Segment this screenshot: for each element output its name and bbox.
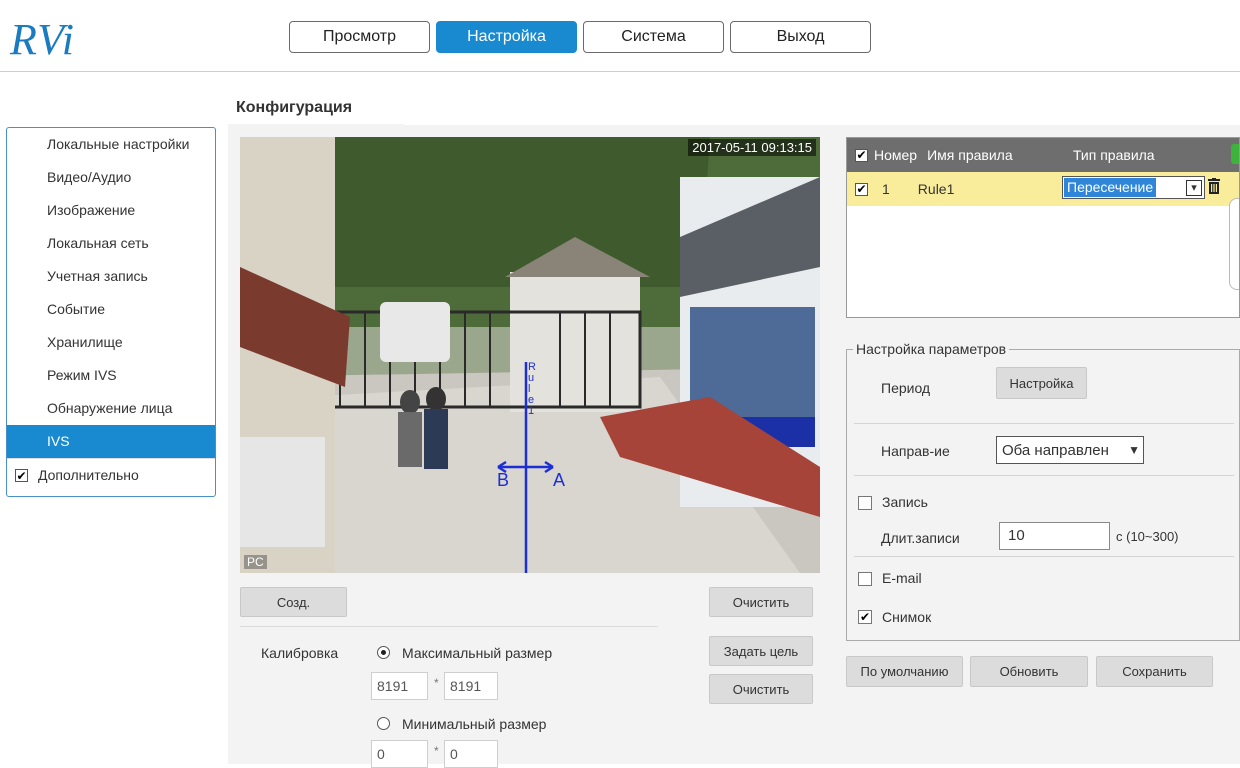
duration-label: Длит.записи <box>881 530 960 546</box>
trash-icon[interactable] <box>1208 178 1220 194</box>
rule-type-select[interactable]: Пересечение ▾ <box>1062 176 1205 199</box>
direction-b-label: B <box>497 470 510 490</box>
direction-value: Оба направлен <box>1002 441 1109 459</box>
max-size-radio[interactable] <box>377 646 390 659</box>
default-button[interactable]: По умолчанию <box>846 656 963 687</box>
period-settings-button[interactable]: Настройка <box>996 367 1087 399</box>
create-button[interactable]: Созд. <box>240 587 347 617</box>
video-timestamp: 2017-05-11 09:13:15 <box>688 139 816 156</box>
max-height-input[interactable]: 8191 <box>444 672 498 700</box>
email-label: E-mail <box>882 570 922 586</box>
sidebar-item-event[interactable]: Событие <box>7 293 215 326</box>
record-checkbox[interactable] <box>858 496 872 510</box>
video-osd-label: PC <box>244 555 267 569</box>
params-divider-3 <box>854 556 1234 557</box>
rule-line-label: Rule1 <box>528 361 536 417</box>
direction-label: Направ-ие <box>881 443 950 459</box>
sidebar-item-ivs[interactable]: IVS <box>7 425 215 458</box>
max-width-input[interactable]: 8191 <box>371 672 428 700</box>
rule-number: 1 <box>882 181 890 197</box>
sidebar-item-advanced[interactable]: ✔ Дополнительно <box>7 458 215 492</box>
col-number: Номер <box>874 147 918 163</box>
min-size-radio[interactable] <box>377 717 390 730</box>
advanced-label: Дополнительно <box>38 467 139 483</box>
rules-table: ✔ Номер Имя правила Тип правила ✔ 1 Rule… <box>846 137 1240 318</box>
max-size-separator: * <box>434 676 439 690</box>
col-rule-name: Имя правила <box>927 147 1013 163</box>
rvi-logo: RVi <box>10 15 75 64</box>
params-legend: Настройка параметров <box>856 341 1007 357</box>
clear-target-button[interactable]: Очистить <box>709 674 813 704</box>
sidebar: Локальные настройки Видео/Аудио Изображе… <box>6 127 216 497</box>
rules-scrollbar[interactable] <box>1229 198 1239 290</box>
sidebar-item-face-detection[interactable]: Обнаружение лица <box>7 392 215 425</box>
min-size-label: Минимальный размер <box>402 716 547 732</box>
tab-logout[interactable]: Выход <box>730 21 871 53</box>
snapshot-label: Снимок <box>882 609 932 625</box>
sidebar-item-ivs-mode[interactable]: Режим IVS <box>7 359 215 392</box>
advanced-checkbox[interactable]: ✔ <box>15 469 28 482</box>
sidebar-item-storage[interactable]: Хранилище <box>7 326 215 359</box>
max-size-label: Максимальный размер <box>402 645 553 661</box>
tab-settings[interactable]: Настройка <box>436 21 577 53</box>
duration-unit: с (10~300) <box>1116 529 1179 544</box>
save-button[interactable]: Сохранить <box>1096 656 1213 687</box>
refresh-button[interactable]: Обновить <box>970 656 1088 687</box>
clear-button[interactable]: Очистить <box>709 587 813 617</box>
sidebar-item-network[interactable]: Локальная сеть <box>7 227 215 260</box>
direction-select[interactable]: Оба направлен ▼ <box>996 436 1144 464</box>
set-target-button[interactable]: Задать цель <box>709 636 813 666</box>
params-divider-1 <box>854 423 1234 424</box>
sidebar-item-local-settings[interactable]: Локальные настройки <box>7 128 215 161</box>
video-preview[interactable]: 2017-05-11 09:13:15 PC Rule1 B A <box>240 137 820 573</box>
sidebar-item-account[interactable]: Учетная запись <box>7 260 215 293</box>
sidebar-item-image[interactable]: Изображение <box>7 194 215 227</box>
rule-row-checkbox[interactable]: ✔ <box>855 182 868 196</box>
rules-table-header: ✔ Номер Имя правила Тип правила <box>847 138 1239 172</box>
snapshot-checkbox[interactable]: ✔ <box>858 610 872 624</box>
top-nav: Просмотр Настройка Система Выход <box>289 21 871 53</box>
tab-view[interactable]: Просмотр <box>289 21 430 53</box>
calibration-divider <box>240 626 658 627</box>
params-divider-2 <box>854 475 1234 476</box>
header-divider <box>0 71 1240 72</box>
plus-icon[interactable] <box>1231 144 1239 164</box>
rule-name: Rule1 <box>917 181 955 197</box>
rule-type-value: Пересечение <box>1064 178 1157 197</box>
tab-system[interactable]: Система <box>583 21 724 53</box>
direction-a-label: A <box>553 470 566 490</box>
record-label: Запись <box>882 494 928 510</box>
camera-scene <box>240 137 820 573</box>
calibration-label: Калибровка <box>261 645 339 661</box>
tab-configuration[interactable]: Конфигурация <box>228 93 404 126</box>
chevron-down-icon: ▼ <box>1128 443 1140 457</box>
min-size-separator: * <box>434 744 439 758</box>
email-checkbox[interactable] <box>858 572 872 586</box>
select-all-checkbox[interactable]: ✔ <box>855 148 868 162</box>
col-rule-type: Тип правила <box>1073 147 1155 163</box>
chevron-down-icon: ▾ <box>1186 179 1202 196</box>
sidebar-item-video-audio[interactable]: Видео/Аудио <box>7 161 215 194</box>
duration-input[interactable]: 10 <box>999 522 1110 550</box>
period-label: Период <box>881 380 931 396</box>
